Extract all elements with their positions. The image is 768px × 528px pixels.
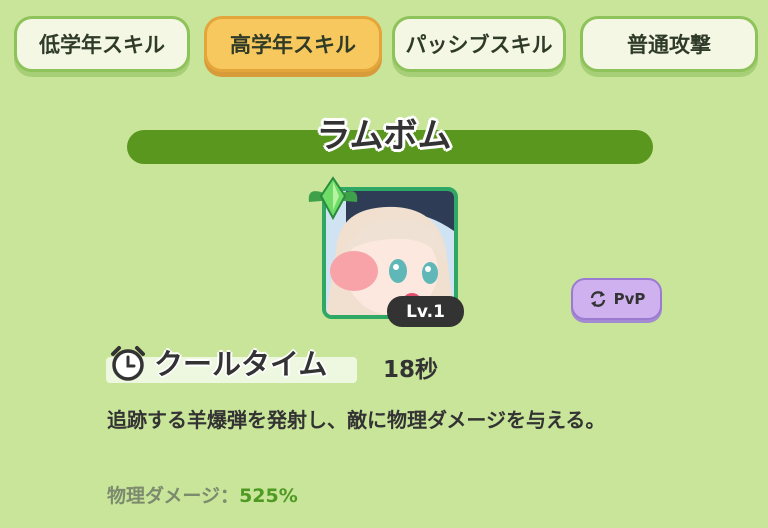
skill-tabs: 低学年スキル 高学年スキル パッシブスキル 普通攻撃: [14, 16, 758, 78]
swap-arrows-icon: [590, 291, 605, 307]
damage-stat: 物理ダメージ：525%: [107, 481, 298, 508]
pvp-label: PvP: [613, 290, 646, 308]
skill-name: ラムボム: [316, 116, 452, 156]
pvp-toggle-button[interactable]: PvP: [571, 278, 662, 320]
tab-passive-skill[interactable]: パッシブスキル: [392, 16, 566, 72]
cooldown-label: クールタイム: [154, 347, 328, 381]
cooldown-value: 18秒: [383, 357, 439, 383]
level-badge: Lv.1: [387, 296, 464, 327]
green-gem-icon: [308, 176, 358, 221]
tab-high-grade-skill[interactable]: 高学年スキル: [204, 16, 382, 72]
tab-low-grade-skill[interactable]: 低学年スキル: [14, 16, 190, 72]
damage-stat-label: 物理ダメージ：: [107, 485, 240, 507]
alarm-clock-icon: [111, 346, 145, 381]
skill-description: 追跡する羊爆弾を発射し、敵に物理ダメージを与える。: [107, 408, 606, 432]
damage-stat-value: 525%: [239, 485, 298, 507]
tab-normal-attack[interactable]: 普通攻撃: [580, 16, 758, 72]
